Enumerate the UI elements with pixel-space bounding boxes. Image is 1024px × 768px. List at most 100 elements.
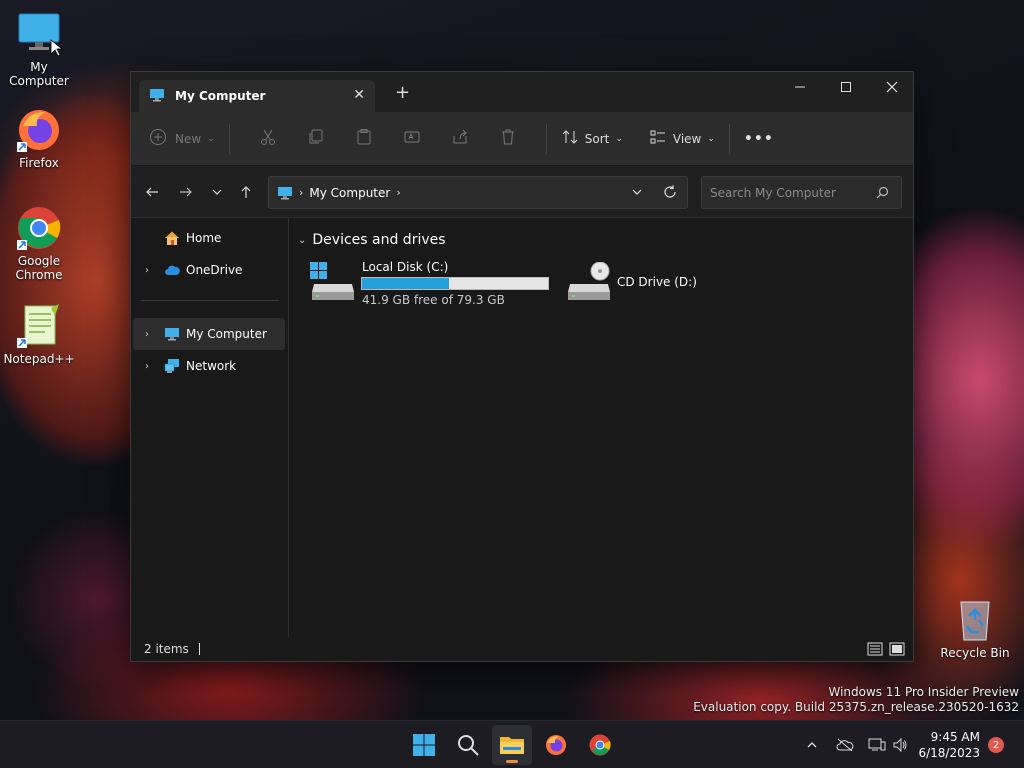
sidebar-divider: [141, 300, 279, 301]
windows-logo-icon: [413, 734, 435, 756]
sidebar-item-label: OneDrive: [186, 263, 243, 277]
notepadpp-icon: [15, 302, 63, 350]
sidebar-item-label: My Computer: [186, 327, 267, 341]
section-devices-and-drives[interactable]: ⌄ Devices and drives: [298, 232, 446, 248]
volume-tray-icon[interactable]: [892, 721, 908, 768]
copy-button[interactable]: [292, 123, 340, 155]
speaker-icon: [893, 737, 907, 753]
new-button[interactable]: New ⌄: [149, 123, 215, 155]
close-tab-icon[interactable]: ✕: [353, 87, 365, 103]
sidebar-item-my-computer[interactable]: › My Computer: [133, 318, 285, 350]
recent-locations-button[interactable]: [205, 180, 229, 204]
desktop-icon-firefox[interactable]: Firefox: [0, 106, 78, 170]
item-count: 2 items: [144, 642, 189, 656]
sort-button[interactable]: Sort ⌄: [561, 123, 623, 155]
chevron-up-icon: [807, 742, 817, 748]
chevron-right-icon[interactable]: ›: [145, 361, 149, 372]
command-bar: New ⌄ Sort ⌄ View ⌄ •••: [131, 112, 913, 166]
desktop-icon-label: My Computer: [9, 60, 69, 88]
tab-my-computer[interactable]: My Computer ✕: [139, 80, 375, 112]
trash-icon: [499, 128, 517, 149]
details-view-icon: [867, 642, 883, 656]
cloud-offline-icon: [836, 738, 854, 752]
taskbar-clock[interactable]: 9:45 AM 6/18/2023: [918, 729, 980, 761]
desktop-icon-recycle-bin[interactable]: Recycle Bin: [936, 596, 1014, 660]
forward-button[interactable]: [174, 180, 198, 204]
title-bar[interactable]: My Computer ✕ +: [131, 72, 913, 112]
chevron-down-icon: ⌄: [298, 234, 307, 246]
arrow-left-icon: [146, 187, 158, 197]
monitor-icon: [277, 185, 293, 201]
desktop-icon-chrome[interactable]: Google Chrome: [0, 204, 78, 282]
drive-cd-d[interactable]: CD Drive (D:): [566, 258, 726, 306]
command-separator: [228, 123, 230, 154]
rename-button[interactable]: [388, 123, 436, 155]
clock-time: 9:45 AM: [930, 730, 980, 744]
more-icon: •••: [743, 130, 774, 147]
refresh-button[interactable]: [663, 185, 677, 199]
start-button[interactable]: [404, 725, 444, 765]
rename-icon: [403, 128, 421, 149]
back-button[interactable]: [140, 180, 164, 204]
maximize-button[interactable]: [823, 72, 869, 102]
drive-free-space: 41.9 GB free of 79.3 GB: [362, 293, 505, 307]
delete-button[interactable]: [484, 123, 532, 155]
chevron-down-icon: ⌄: [707, 133, 715, 144]
up-button[interactable]: [234, 180, 258, 204]
search-box[interactable]: [701, 176, 902, 209]
search-button[interactable]: [448, 725, 488, 765]
active-app-indicator: [506, 760, 518, 763]
drive-local-disk-c[interactable]: Local Disk (C:) 41.9 GB free of 79.3 GB: [310, 258, 550, 307]
notification-badge[interactable]: 2: [988, 737, 1004, 753]
clipboard-icon: [355, 128, 373, 149]
view-button[interactable]: View ⌄: [649, 123, 715, 155]
breadcrumb-chevron-icon[interactable]: ›: [396, 186, 400, 199]
chevron-down-icon: [632, 189, 642, 195]
drive-name: Local Disk (C:): [362, 260, 449, 274]
monitor-icon: [164, 326, 180, 345]
drive-name: CD Drive (D:): [617, 275, 697, 289]
chevron-right-icon[interactable]: ›: [145, 329, 149, 340]
breadcrumb-chevron-icon[interactable]: ›: [299, 186, 303, 199]
monitor-icon: [15, 10, 64, 58]
sidebar-item-network[interactable]: › Network: [133, 350, 285, 382]
address-history-button[interactable]: [631, 186, 643, 198]
taskbar-firefox[interactable]: [536, 725, 576, 765]
taskbar-file-explorer[interactable]: [492, 725, 532, 765]
cloud-icon: [164, 262, 180, 281]
search-icon[interactable]: [876, 186, 889, 199]
status-bar: 2 items: [131, 637, 913, 661]
details-view-button[interactable]: [867, 641, 883, 660]
tiles-view-button[interactable]: [889, 641, 905, 660]
windows-watermark: Windows 11 Pro Insider Preview Evaluatio…: [693, 685, 1019, 715]
drive-usage-bar: [361, 277, 549, 290]
tiles-view-icon: [889, 642, 905, 656]
content-area: ⌄ Devices and drives Local Disk (C:) 41.…: [290, 218, 913, 637]
sidebar-item-onedrive[interactable]: › OneDrive: [133, 254, 285, 286]
clock-date: 6/18/2023: [918, 746, 980, 760]
desktop-icon-notepadpp[interactable]: Notepad++: [0, 302, 78, 366]
home-icon: [164, 230, 180, 249]
firefox-icon: [546, 735, 566, 755]
minimize-button[interactable]: [777, 72, 823, 102]
taskbar-chrome[interactable]: [580, 725, 620, 765]
share-button[interactable]: [436, 123, 484, 155]
network-tray-icon[interactable]: [868, 721, 886, 768]
new-button-label: New: [175, 131, 202, 146]
more-options-button[interactable]: •••: [744, 123, 774, 155]
firefox-icon: [15, 106, 63, 154]
search-input[interactable]: [710, 185, 870, 200]
desktop-icon-my-computer[interactable]: My Computer: [0, 10, 78, 88]
chevron-right-icon[interactable]: ›: [145, 265, 149, 276]
address-bar[interactable]: › My Computer ›: [268, 176, 688, 209]
new-tab-button[interactable]: +: [395, 84, 410, 102]
view-label: View: [672, 131, 702, 146]
sidebar-item-home[interactable]: Home: [133, 222, 285, 254]
cut-button[interactable]: [244, 123, 292, 155]
chevron-down-icon: [212, 189, 222, 195]
onedrive-tray-icon[interactable]: [836, 721, 854, 768]
breadcrumb-my-computer[interactable]: My Computer: [309, 186, 390, 200]
close-window-button[interactable]: [869, 72, 915, 102]
show-hidden-icons-button[interactable]: [806, 721, 818, 768]
paste-button[interactable]: [340, 123, 388, 155]
